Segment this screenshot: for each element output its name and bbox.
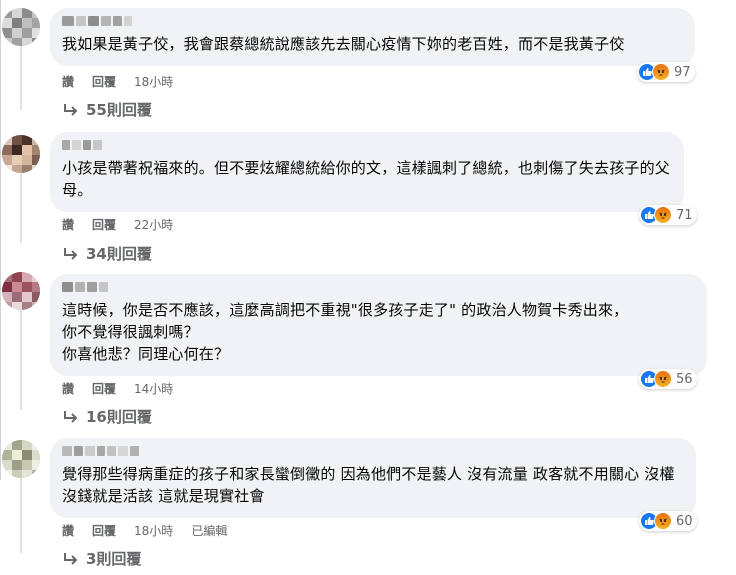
- comment-section: 我如果是黃子佼，我會跟蔡總統說應該先去關心疫情下妳的老百姓，而不是我黃子佼 97…: [0, 0, 736, 575]
- comment-meta: 讚 回覆 18小時 已編輯: [62, 522, 245, 539]
- angry-face-icon: [654, 370, 672, 388]
- replies-label: 55則回覆: [86, 101, 152, 119]
- reply-arrow-icon: [64, 552, 78, 565]
- comment-bubble: 我如果是黃子佼，我會跟蔡總統說應該先去關心疫情下妳的老百姓，而不是我黃子佼: [50, 8, 695, 66]
- reply-arrow-icon: [64, 410, 78, 423]
- thread-line: [20, 310, 22, 410]
- comment-bubble: 覺得那些得病重症的孩子和家長蠻倒黴的 因為他們不是藝人 沒有流量 政客就不用關心…: [50, 438, 696, 518]
- view-replies-link[interactable]: 16則回覆: [62, 406, 152, 427]
- replies-label: 16則回覆: [86, 408, 152, 426]
- reaction-summary[interactable]: 56: [639, 369, 697, 389]
- timestamp[interactable]: 18小時: [134, 73, 173, 90]
- comment-bubble: 這時候，你是否不應該，這麼高調把不重視"很多孩子走了" 的政治人物賀卡秀出來， …: [50, 274, 707, 376]
- thread-line: [20, 45, 22, 110]
- reaction-count: 97: [674, 64, 691, 80]
- reply-arrow-icon: [64, 103, 78, 116]
- like-link[interactable]: 讚: [62, 216, 74, 233]
- comment-meta: 讚 回覆 14小時: [62, 380, 191, 397]
- view-replies-link[interactable]: 3則回覆: [62, 548, 141, 569]
- commenter-name-redacted[interactable]: [62, 16, 683, 27]
- reply-arrow-icon: [64, 247, 78, 260]
- comment-text: 我如果是黃子佼，我會跟蔡總統說應該先去關心疫情下妳的老百姓，而不是我黃子佼: [62, 35, 625, 53]
- avatar[interactable]: [2, 135, 40, 173]
- edited-label[interactable]: 已編輯: [191, 522, 227, 539]
- commenter-name-redacted[interactable]: [62, 282, 695, 293]
- replies-label: 34則回覆: [86, 245, 152, 263]
- avatar[interactable]: [2, 8, 40, 46]
- angry-face-icon: [654, 512, 672, 530]
- thread-line: [20, 173, 22, 243]
- like-link[interactable]: 讚: [62, 73, 74, 90]
- avatar[interactable]: [2, 440, 40, 478]
- reaction-summary[interactable]: 71: [639, 205, 697, 225]
- comment-bubble: 小孩是帶著祝福來的。但不要炫耀總統給你的文，這樣諷刺了總統，也刺傷了失去孩子的父…: [50, 132, 684, 212]
- reaction-count: 56: [676, 371, 693, 387]
- commenter-name-redacted[interactable]: [62, 446, 684, 457]
- reply-link[interactable]: 回覆: [92, 380, 116, 397]
- timestamp[interactable]: 14小時: [134, 380, 173, 397]
- thread-line: [20, 478, 22, 553]
- replies-label: 3則回覆: [86, 550, 142, 568]
- like-link[interactable]: 讚: [62, 522, 74, 539]
- comment-text: 覺得那些得病重症的孩子和家長蠻倒黴的 因為他們不是藝人 沒有流量 政客就不用關心…: [62, 465, 675, 505]
- comment-meta: 讚 回覆 18小時: [62, 73, 191, 90]
- reaction-summary[interactable]: 97: [637, 62, 695, 82]
- reaction-summary[interactable]: 60: [639, 511, 697, 531]
- comment-text: 這時候，你是否不應該，這麼高調把不重視"很多孩子走了" 的政治人物賀卡秀出來， …: [62, 301, 629, 363]
- view-replies-link[interactable]: 34則回覆: [62, 243, 152, 264]
- comment-text: 小孩是帶著祝福來的。但不要炫耀總統給你的文，這樣諷刺了總統，也刺傷了失去孩子的父…: [62, 159, 671, 199]
- divider: [0, 0, 1, 480]
- avatar[interactable]: [2, 272, 40, 310]
- view-replies-link[interactable]: 55則回覆: [62, 99, 152, 120]
- angry-face-icon: [654, 206, 672, 224]
- reaction-count: 71: [676, 207, 693, 223]
- like-link[interactable]: 讚: [62, 380, 74, 397]
- reply-link[interactable]: 回覆: [92, 216, 116, 233]
- comment-meta: 讚 回覆 22小時: [62, 216, 191, 233]
- commenter-name-redacted[interactable]: [62, 140, 672, 151]
- timestamp[interactable]: 22小時: [134, 216, 173, 233]
- reply-link[interactable]: 回覆: [92, 73, 116, 90]
- reaction-count: 60: [676, 513, 693, 529]
- timestamp[interactable]: 18小時: [134, 522, 173, 539]
- reply-link[interactable]: 回覆: [92, 522, 116, 539]
- angry-face-icon: [652, 63, 670, 81]
